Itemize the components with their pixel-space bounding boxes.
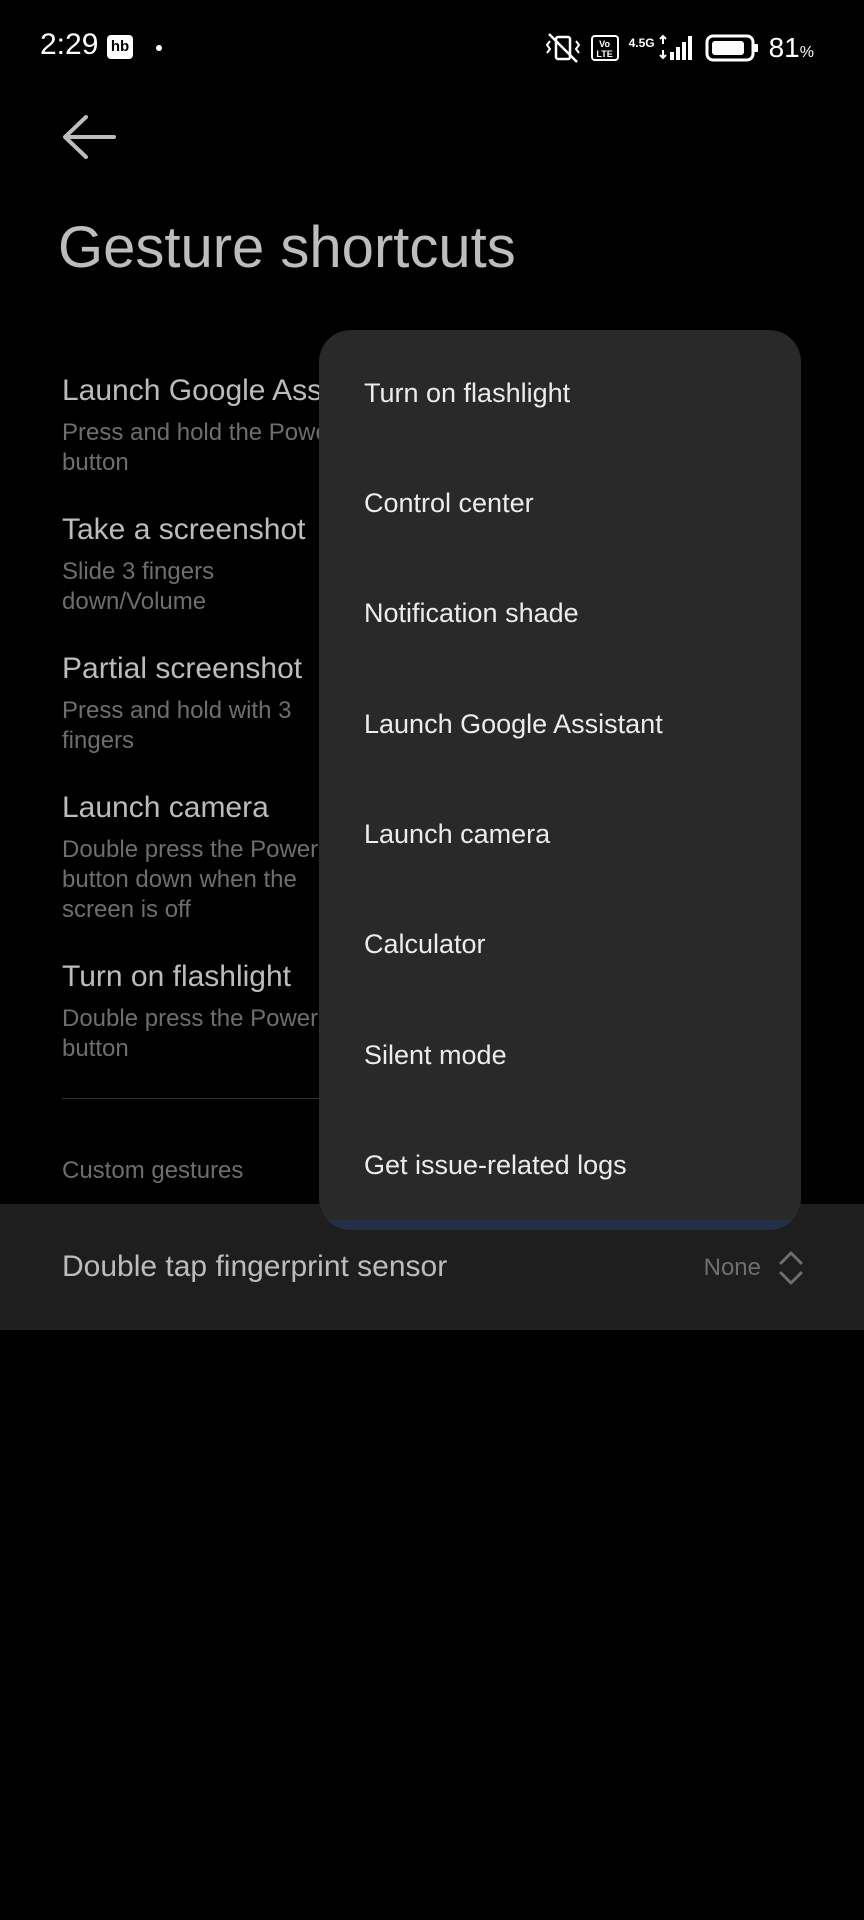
status-icons: Vo LTE 4.5G 81% (545, 30, 814, 66)
volte-icon: Vo LTE (590, 35, 619, 61)
chevron-up-down-icon (779, 1251, 803, 1285)
battery-percent: 81% (768, 32, 814, 63)
menu-item-launch-google-assistant[interactable]: Launch Google Assistant (364, 709, 663, 740)
setting-turn-on-flashlight[interactable]: Turn on flashlight Double press the Powe… (62, 960, 362, 1064)
setting-title: Partial screenshot (62, 652, 303, 685)
setting-desc: Double press the Power button down when … (62, 836, 319, 923)
vibrate-off-icon (545, 33, 580, 63)
setting-launch-camera[interactable]: Launch camera Double press the Power but… (62, 791, 362, 925)
menu-item-get-issue-related-logs[interactable]: Get issue-related logs (364, 1150, 627, 1181)
setting-desc: Press and hold with 3 fingers (62, 697, 292, 754)
menu-item-notification-shade[interactable]: Notification shade (364, 598, 579, 629)
setting-title: Take a screenshot (62, 513, 306, 546)
setting-launch-google-assistant[interactable]: Launch Google Assistant Press and hold t… (62, 374, 362, 478)
back-arrow-icon[interactable] (60, 112, 118, 162)
menu-item-calculator[interactable]: Calculator (364, 929, 486, 960)
section-header-custom-gestures: Custom gestures (62, 1157, 244, 1184)
battery-icon (705, 34, 758, 62)
setting-title: Launch Google Assistant (62, 374, 362, 407)
dropdown-menu: Turn on flashlight Control center Notifi… (319, 330, 801, 1230)
divider (62, 1098, 362, 1099)
setting-partial-screenshot[interactable]: Partial screenshot Press and hold with 3… (62, 652, 362, 756)
setting-title: Launch camera (62, 791, 269, 824)
fingerprint-setting-value: None (703, 1254, 761, 1281)
hb-badge-icon: hb (107, 35, 133, 59)
menu-item-turn-on-flashlight[interactable]: Turn on flashlight (364, 378, 570, 409)
network-type: 4.5G (628, 36, 655, 50)
menu-item-launch-camera[interactable]: Launch camera (364, 819, 550, 850)
status-time: 2:29 (40, 28, 99, 61)
menu-item-control-center[interactable]: Control center (364, 488, 534, 519)
notification-dot-icon (156, 45, 162, 51)
signal-icon (658, 34, 692, 60)
setting-desc: Slide 3 fingers down/Volume (62, 558, 215, 615)
setting-take-screenshot[interactable]: Take a screenshot Slide 3 fingers down/V… (62, 513, 362, 617)
setting-desc: Double press the Power button (62, 1005, 319, 1062)
page-title: Gesture shortcuts (58, 215, 516, 280)
status-bar: 2:29 hb Vo LTE 4.5G 81% (0, 0, 864, 100)
menu-item-silent-mode[interactable]: Silent mode (364, 1040, 507, 1071)
setting-desc: Press and hold the Power button (62, 419, 337, 476)
fingerprint-setting-label: Double tap fingerprint sensor (62, 1250, 448, 1283)
setting-title: Turn on flashlight (62, 960, 292, 993)
